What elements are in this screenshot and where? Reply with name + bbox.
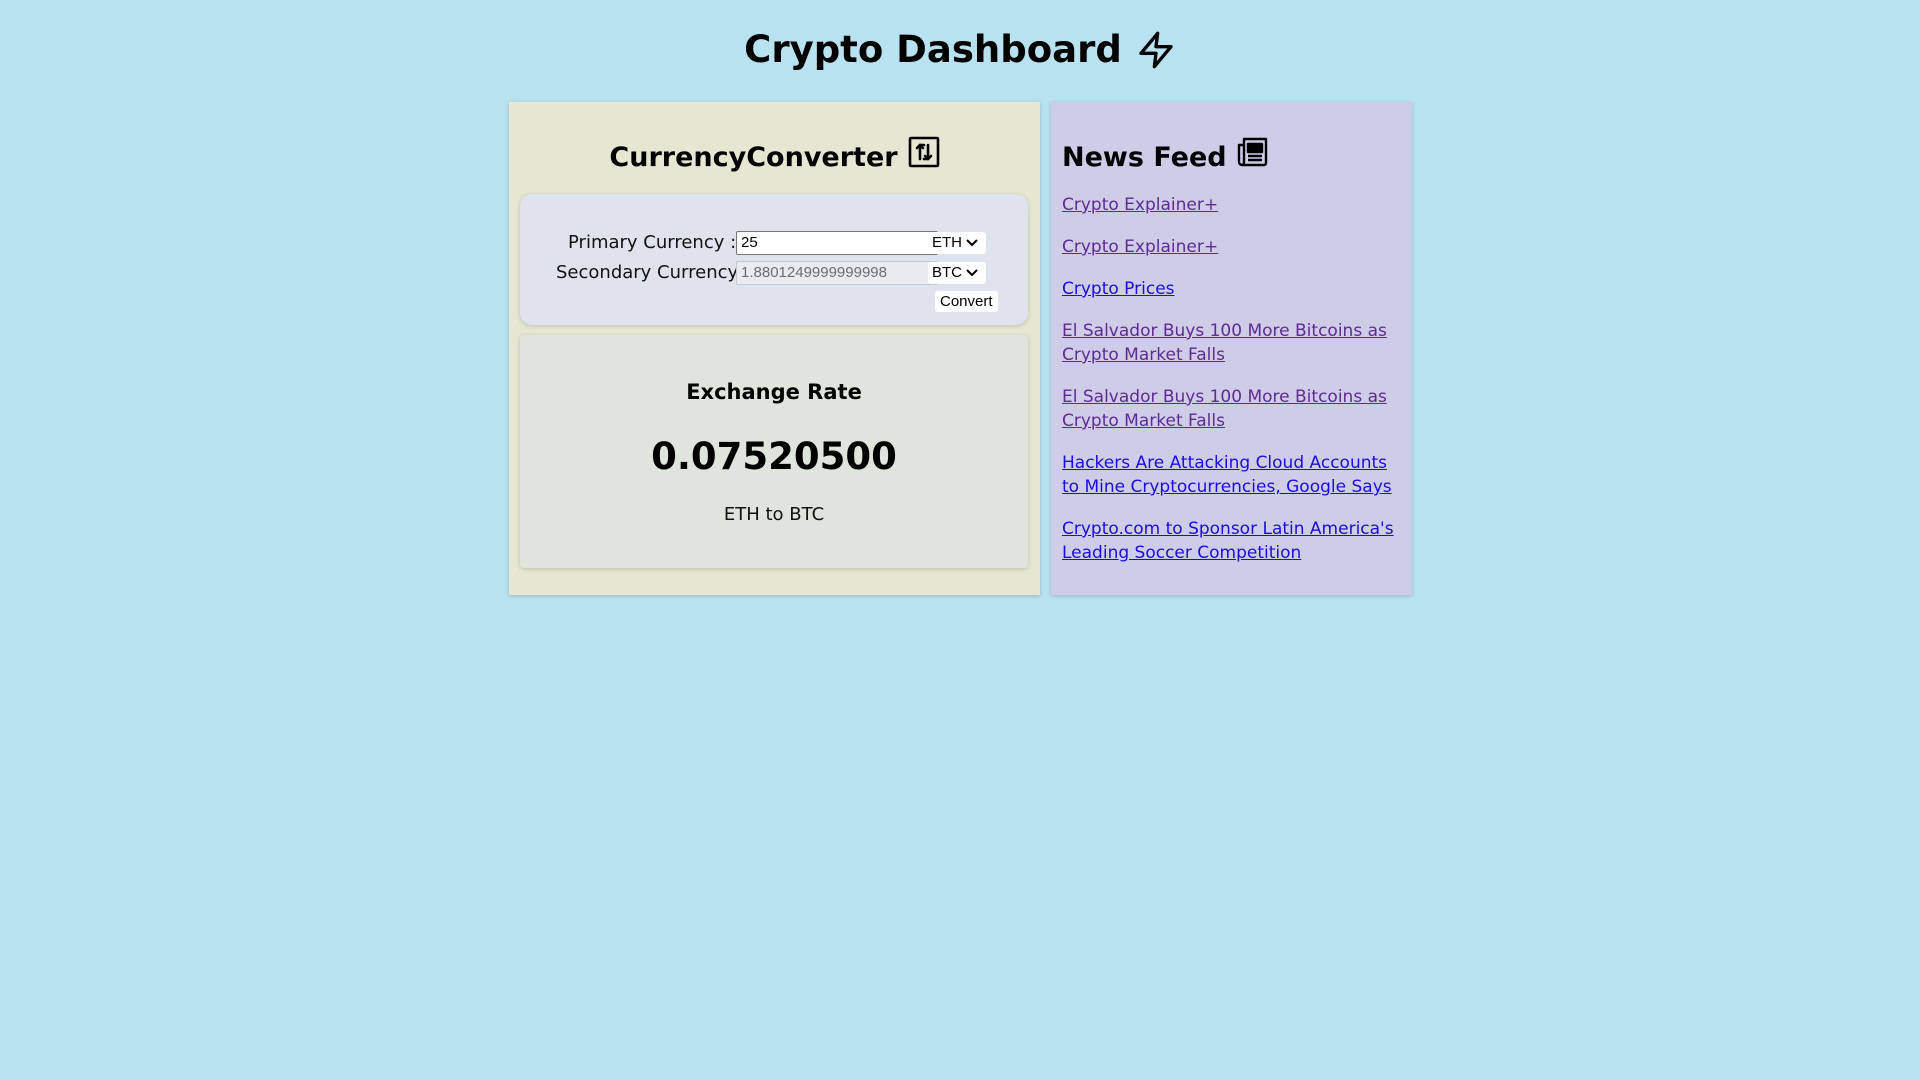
exchange-rate-pair: ETH to BTC xyxy=(723,504,825,525)
chevron-down-icon xyxy=(966,269,978,277)
primary-currency-value: ETH xyxy=(932,234,962,251)
news-link[interactable]: Crypto Prices xyxy=(1062,279,1175,299)
secondary-amount-input: 1.8801249999999998 xyxy=(736,261,938,285)
news-item: El Salvador Buys 100 More Bitcoins as Cr… xyxy=(1062,385,1402,433)
page-title: Crypto Dashboard xyxy=(0,22,1920,78)
secondary-currency-select[interactable]: BTC xyxy=(928,262,986,284)
news-feed-panel: News Feed Crypto Explainer+ Crypto Explai… xyxy=(1051,102,1412,595)
lightning-bolt-icon xyxy=(1136,29,1176,71)
exchange-rate-box: Exchange Rate 0.07520500 ETH to BTC xyxy=(520,335,1028,568)
converter-input-box: Primary Currency : 25 ETH Secondary Curr… xyxy=(520,194,1028,325)
news-title: News Feed xyxy=(1062,142,1227,173)
news-link[interactable]: Crypto Explainer+ xyxy=(1062,237,1218,257)
converter-heading: CurrencyConverter xyxy=(509,136,1040,180)
news-link[interactable]: Crypto.com to Sponsor Latin America's Le… xyxy=(1062,519,1394,563)
secondary-currency-value: BTC xyxy=(932,264,962,281)
news-list: Crypto Explainer+ Crypto Explainer+ Crypto… xyxy=(1062,193,1402,583)
news-heading: News Feed xyxy=(1062,136,1269,180)
exchange-rate-value: 0.07520500 xyxy=(651,435,897,478)
news-item: Crypto Prices xyxy=(1062,277,1402,301)
page-title-text: Crypto Dashboard xyxy=(744,28,1122,71)
secondary-currency-label: Secondary Currency : xyxy=(556,262,750,283)
exchange-rate-title: Exchange Rate xyxy=(686,380,862,404)
news-link[interactable]: El Salvador Buys 100 More Bitcoins as Cr… xyxy=(1062,387,1387,431)
news-item: Crypto.com to Sponsor Latin America's Le… xyxy=(1062,517,1402,565)
swap-arrows-icon xyxy=(908,136,940,180)
converter-title: CurrencyConverter xyxy=(609,142,898,173)
newspaper-icon xyxy=(1237,136,1269,180)
news-item: Crypto Explainer+ xyxy=(1062,193,1402,217)
primary-currency-label: Primary Currency : xyxy=(568,232,737,253)
news-link[interactable]: El Salvador Buys 100 More Bitcoins as Cr… xyxy=(1062,321,1387,365)
primary-amount-input[interactable]: 25 xyxy=(736,231,938,255)
news-link[interactable]: Hackers Are Attacking Cloud Accounts to … xyxy=(1062,453,1392,497)
chevron-down-icon xyxy=(966,239,978,247)
news-item: El Salvador Buys 100 More Bitcoins as Cr… xyxy=(1062,319,1402,367)
news-item: Crypto Explainer+ xyxy=(1062,235,1402,259)
convert-button[interactable]: Convert xyxy=(935,291,998,312)
currency-converter-panel: CurrencyConverter Primary Currency : 25 … xyxy=(509,102,1040,595)
primary-currency-select[interactable]: ETH xyxy=(928,232,986,254)
news-item: Hackers Are Attacking Cloud Accounts to … xyxy=(1062,451,1402,499)
news-link[interactable]: Crypto Explainer+ xyxy=(1062,195,1218,215)
